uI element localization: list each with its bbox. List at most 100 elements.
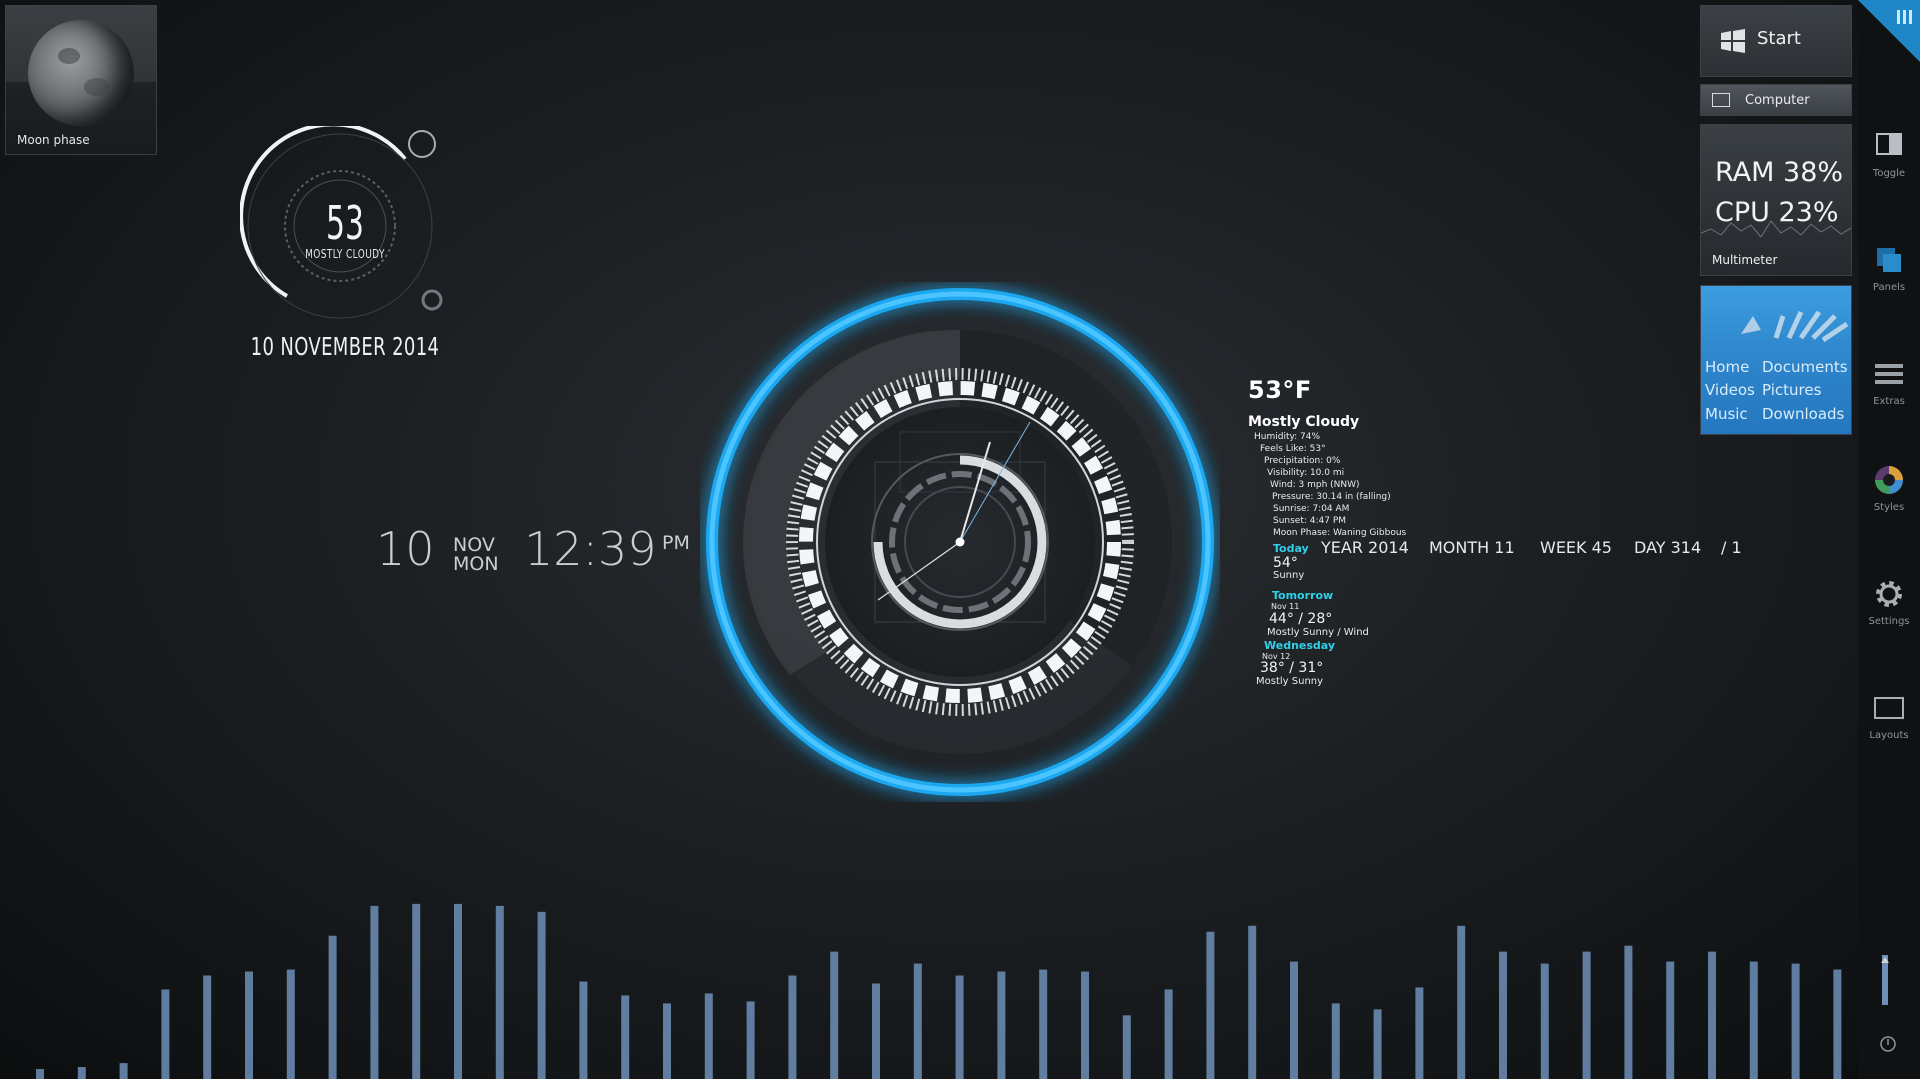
visualizer-bar [1415,987,1424,1079]
places-pictures-link[interactable]: Pictures [1762,381,1821,399]
places-banner-graphic [1741,310,1849,343]
places-documents-link[interactable]: Documents [1762,358,1848,376]
visualizer-bar [245,971,253,1079]
visualizer-bar [1833,969,1842,1079]
places-home-link[interactable]: Home [1705,358,1749,376]
sidebar-item-toggle[interactable]: Toggle [1858,130,1920,200]
sidebar-bottom-controls [1881,955,1889,1005]
visualizer-bar [1206,931,1215,1079]
visualizer-bar [1164,989,1173,1079]
windows-logo-icon [1721,29,1745,53]
visualizer-bar [579,981,588,1079]
visualizer-bar [1666,961,1675,1079]
forecast-today-condition: Sunny [1273,570,1305,581]
sidebar-item-layouts[interactable]: Layouts [1858,692,1920,762]
power-icon[interactable] [1878,1034,1898,1054]
visualizer-bar [1624,945,1633,1079]
multimeter-label: Multimeter [1712,253,1778,267]
forecast-tomorrow-condition: Mostly Sunny / Wind [1267,627,1369,638]
cpu-usage: CPU 23% [1715,197,1839,228]
visualizer-bar [621,995,630,1079]
month-counter: MONTH 11 [1429,538,1515,557]
sidebar-item-panels[interactable]: Panels [1858,244,1920,314]
humidity: Humidity: 74% [1254,432,1321,442]
visualizer-bar [830,951,839,1079]
clock-time: 12:39 [524,522,657,576]
wind: Wind: 3 mph (NNW) [1270,480,1360,490]
central-clock-ring [700,282,1220,802]
ring-temperature: 53 [326,196,364,250]
places-downloads-link[interactable]: Downloads [1762,405,1844,423]
places-widget[interactable]: Home Documents Videos Pictures Music Dow… [1700,285,1852,435]
moon-image [28,20,134,126]
visualizer-bar [955,975,964,1079]
multimeter-widget[interactable]: RAM 38% CPU 23% Multimeter [1700,124,1852,276]
day-counter: DAY 314 [1634,538,1702,557]
forecast-wednesday-condition: Mostly Sunny [1256,676,1324,687]
forecast-tomorrow-label: Tomorrow [1272,589,1334,602]
sunrise: Sunrise: 7:04 AM [1273,504,1350,514]
visualizer-bar [1081,971,1089,1079]
visualizer-bar [1331,1003,1340,1079]
weather-ring-widget[interactable]: 53 MOSTLY CLOUDY 10 NOVEMBER 2014 [240,126,450,366]
sidebar-item-styles[interactable]: Styles [1858,464,1920,534]
side-bar: Toggle Panels Extras Styles Settings Lay… [1858,0,1920,1079]
visualizer-bar [36,1069,44,1079]
pressure: Pressure: 30.14 in (falling) [1272,492,1391,502]
visualizer-bar [1248,925,1257,1079]
sidebar-item-label: Panels [1872,282,1906,293]
visualizer-bar [1540,963,1549,1079]
extras-icon [1875,364,1903,384]
visualizer-bar [454,903,462,1079]
visualizer-bar [161,989,170,1079]
visualizer-bar [412,903,421,1079]
forecast-today-temp: 54° [1273,555,1298,571]
places-music-link[interactable]: Music [1705,405,1748,423]
day-counter-suffix: / 1 [1721,538,1742,557]
visualizer-bar [1791,963,1800,1079]
ring-condition: MOSTLY CLOUDY [305,247,385,261]
visualizer-bar [495,905,504,1079]
decor-dot [421,289,443,311]
computer-button[interactable]: Computer [1700,84,1852,116]
visualizer-bar [704,993,713,1079]
sidebar-item-settings[interactable]: Settings [1858,578,1920,648]
moon-phase-widget[interactable]: Moon phase [5,5,157,155]
forecast-today-label: Today [1273,542,1309,555]
computer-icon [1712,93,1730,107]
sidebar-item-label: Toggle [1872,168,1906,179]
layouts-icon [1874,697,1904,719]
visualizer-bar [537,911,546,1079]
places-videos-link[interactable]: Videos [1705,381,1755,399]
gear-icon [1876,581,1902,607]
visualizer-bar [1373,1009,1382,1079]
feels-like: Feels Like: 53° [1260,444,1326,454]
start-label: Start [1757,28,1801,49]
toggle-icon [1876,133,1902,155]
weekday-label: MON [453,553,499,575]
styles-icon [1875,466,1903,494]
visualizer-bar [1499,951,1507,1079]
visualizer-bar [119,1063,128,1079]
panels-icon [1877,248,1901,272]
audio-visualizer [36,903,1842,1079]
day-number: 10 [376,522,435,576]
start-button[interactable]: Start [1700,5,1852,77]
visualizer-bar [913,963,922,1079]
forecast-tomorrow-date: Nov 11 [1271,602,1300,611]
year-counter: YEAR 2014 [1321,538,1409,557]
visualizer-bar [997,971,1006,1079]
am-pm-label: PM [662,532,690,554]
forecast-wednesday-label: Wednesday [1264,639,1336,652]
sunset: Sunset: 4:47 PM [1273,516,1347,526]
visualizer-bar [328,935,337,1079]
sidebar-item-extras[interactable]: Extras [1858,358,1920,428]
week-counter: WEEK 45 [1540,538,1612,557]
visualizer-bar [872,983,880,1079]
forecast-tomorrow-temp: 44° / 28° [1269,611,1333,627]
visualizer-bar [1582,951,1591,1079]
sidebar-menu-corner[interactable] [1858,0,1920,62]
sidebar-item-label: Extras [1873,396,1905,407]
computer-label: Computer [1745,93,1810,108]
visualizer-bar [1708,951,1716,1079]
